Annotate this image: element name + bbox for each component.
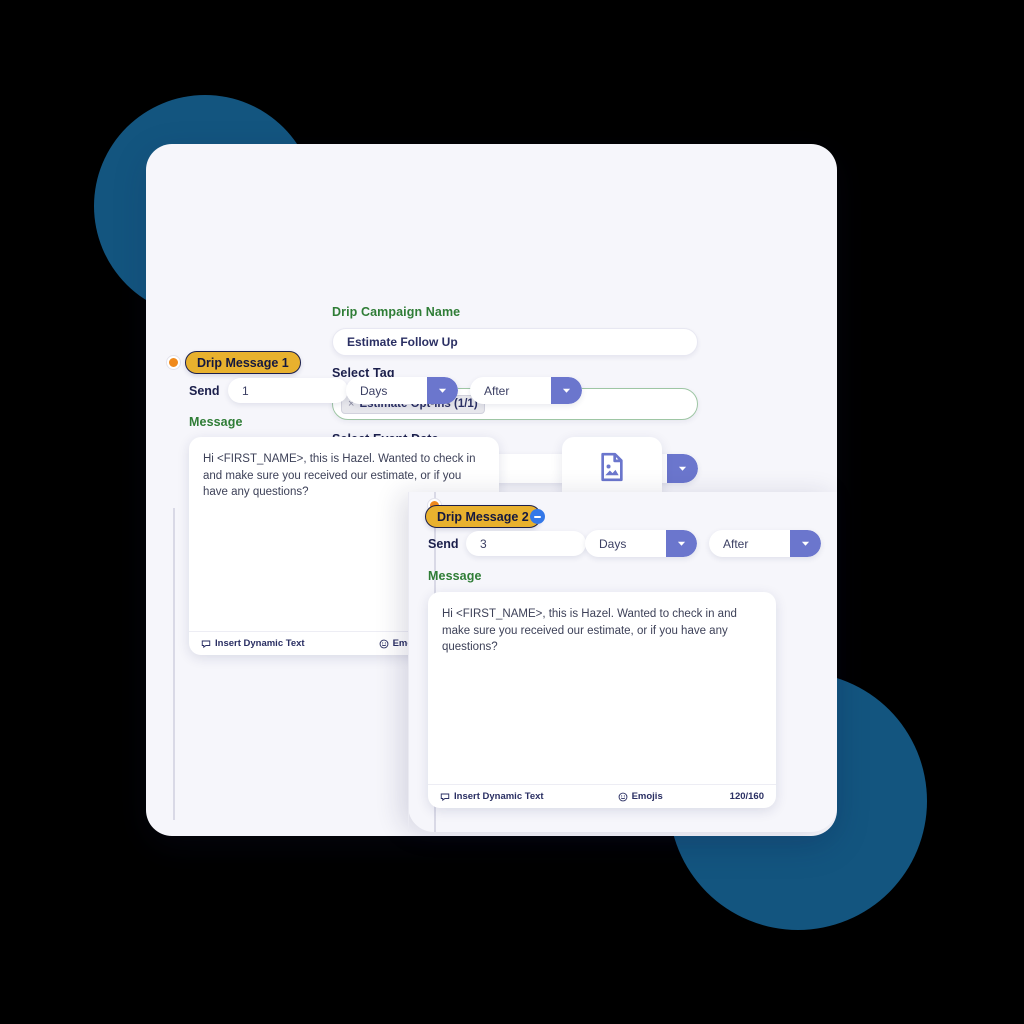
drip-message-1-insert-dynamic-text-label: Insert Dynamic Text bbox=[215, 638, 305, 649]
drip-message-2-footer: Insert Dynamic Text Emojis 120/160 bbox=[428, 784, 776, 808]
smiley-face-icon bbox=[379, 639, 388, 648]
drip-message-1-send-value[interactable]: 1 bbox=[228, 378, 348, 403]
drip-message-2-badge[interactable]: Drip Message 2 bbox=[425, 505, 541, 528]
campaign-name-input[interactable]: Estimate Follow Up bbox=[332, 328, 698, 356]
drip-message-2-relation-value: After bbox=[723, 536, 749, 551]
chevron-down-icon[interactable] bbox=[790, 530, 821, 557]
drip-message-2-send-label: Send bbox=[428, 537, 459, 551]
drip-message-2-relation-dropdown[interactable]: After bbox=[709, 530, 821, 557]
chevron-down-icon[interactable] bbox=[666, 530, 697, 557]
drip-message-2-unit-dropdown[interactable]: Days bbox=[585, 530, 697, 557]
campaign-name-label: Drip Campaign Name bbox=[332, 305, 461, 319]
drip-message-2-unit-value: Days bbox=[599, 536, 627, 551]
drip-message-2-card: Drip Message 2 Send 3 Days After Message… bbox=[408, 492, 837, 832]
chevron-down-icon[interactable] bbox=[551, 377, 582, 404]
chevron-down-icon[interactable] bbox=[667, 454, 698, 483]
screenshot-stage: Drip Campaign Name Estimate Follow Up Se… bbox=[0, 0, 1024, 1024]
drip-message-1-insert-dynamic-text-button[interactable]: Insert Dynamic Text bbox=[201, 638, 305, 649]
drip-message-2-char-counter: 120/160 bbox=[729, 791, 764, 802]
drip-message-2-insert-dynamic-text-button[interactable]: Insert Dynamic Text bbox=[440, 791, 544, 802]
drip-message-2-emojis-label: Emojis bbox=[631, 791, 663, 802]
drip-message-2-emojis-button[interactable]: Emojis bbox=[618, 791, 663, 802]
timeline-connector-1 bbox=[173, 508, 175, 820]
drip-message-1-unit-dropdown[interactable]: Days bbox=[346, 377, 458, 404]
drip-message-1-unit-value: Days bbox=[360, 383, 388, 398]
smiley-face-icon bbox=[618, 792, 627, 801]
drip-message-1-relation-value: After bbox=[484, 383, 510, 398]
speech-bubble-icon bbox=[440, 793, 450, 801]
drip-message-2-remove-button[interactable] bbox=[530, 509, 545, 524]
drip-message-2-message-text[interactable]: Hi <FIRST_NAME>, this is Hazel. Wanted t… bbox=[428, 592, 776, 784]
drip-message-1-relation-dropdown[interactable]: After bbox=[470, 377, 582, 404]
drip-message-2-insert-dynamic-text-label: Insert Dynamic Text bbox=[454, 791, 544, 802]
drip-message-1-message-label: Message bbox=[189, 415, 243, 429]
drip-message-2-textarea[interactable]: Hi <FIRST_NAME>, this is Hazel. Wanted t… bbox=[428, 592, 776, 808]
drip-message-2-send-value[interactable]: 3 bbox=[466, 531, 586, 556]
speech-bubble-icon bbox=[201, 640, 211, 648]
timeline-dot-1 bbox=[167, 356, 180, 369]
image-file-icon bbox=[601, 452, 623, 482]
drip-message-1-attachment-button[interactable] bbox=[562, 437, 662, 497]
drip-message-2-message-label: Message bbox=[428, 569, 482, 583]
drip-message-1-send-label: Send bbox=[189, 384, 220, 398]
drip-message-1-badge[interactable]: Drip Message 1 bbox=[185, 351, 301, 374]
chevron-down-icon[interactable] bbox=[427, 377, 458, 404]
